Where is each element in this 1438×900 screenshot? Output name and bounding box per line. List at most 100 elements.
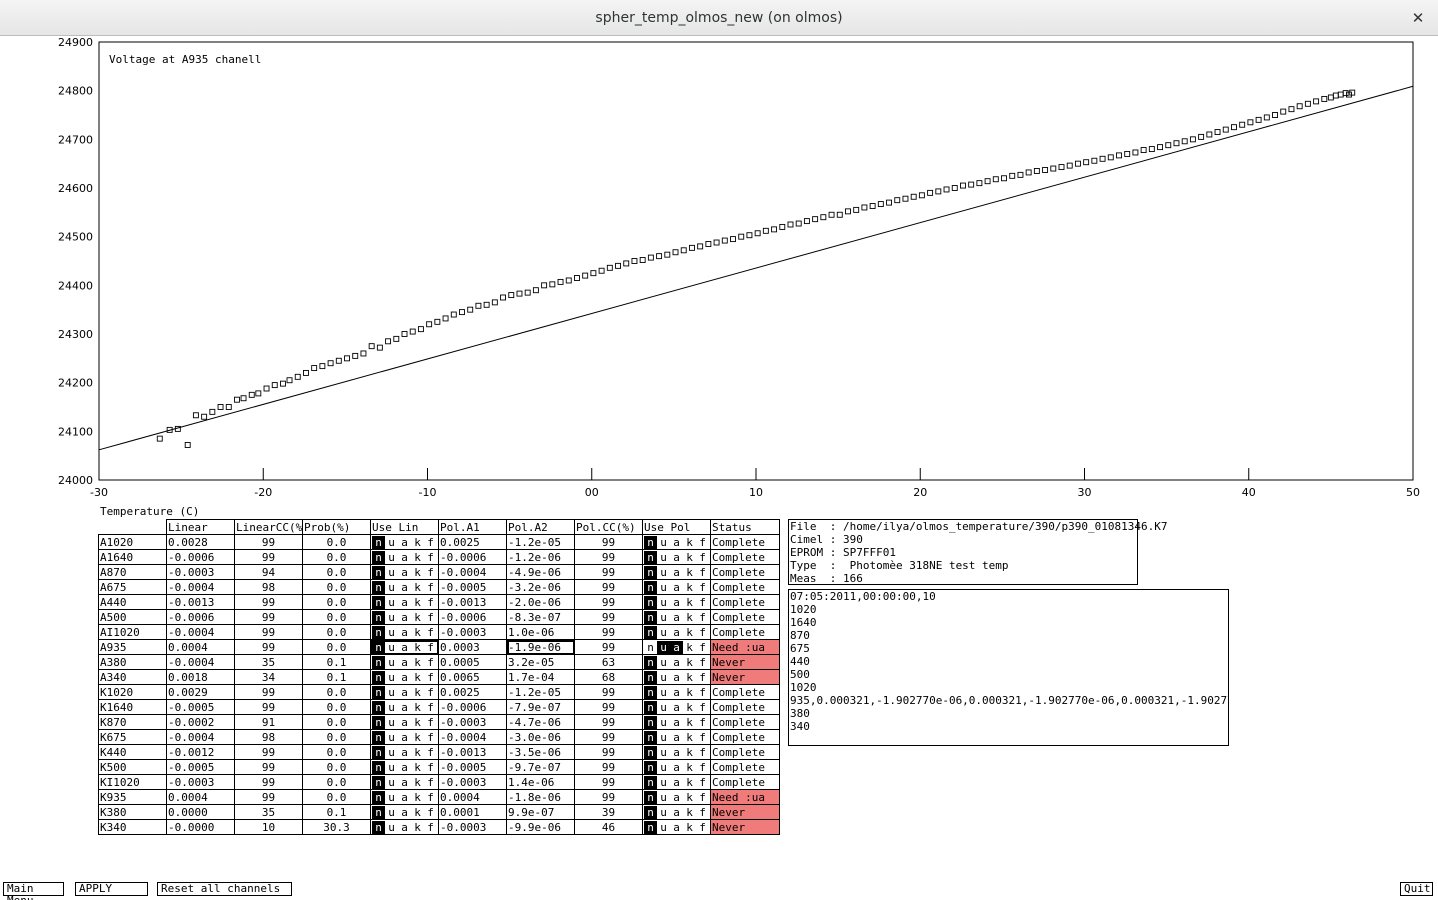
- flag-toggle[interactable]: a: [398, 776, 411, 789]
- flag-toggle[interactable]: k: [683, 776, 696, 789]
- flag-toggle[interactable]: u: [385, 536, 398, 549]
- flag-toggle[interactable]: f: [424, 761, 437, 774]
- flag-toggle[interactable]: f: [696, 791, 709, 804]
- flag-toggle[interactable]: a: [398, 566, 411, 579]
- flag-toggle[interactable]: f: [696, 626, 709, 639]
- quit-button[interactable]: Quit: [1400, 882, 1433, 896]
- flag-toggle[interactable]: n: [644, 685, 657, 699]
- flag-toggle[interactable]: f: [696, 806, 709, 819]
- flag-toggle[interactable]: f: [424, 656, 437, 669]
- flag-toggle[interactable]: u: [385, 686, 398, 699]
- flag-toggle[interactable]: n: [644, 700, 657, 714]
- flag-toggle[interactable]: u: [385, 761, 398, 774]
- flag-toggle[interactable]: a: [398, 671, 411, 684]
- flag-toggle[interactable]: u: [657, 716, 670, 729]
- flag-toggle[interactable]: n: [644, 760, 657, 774]
- flag-toggle[interactable]: f: [696, 821, 709, 834]
- flag-toggle[interactable]: k: [683, 596, 696, 609]
- flag-toggle[interactable]: a: [398, 611, 411, 624]
- flag-toggle[interactable]: u: [657, 791, 670, 804]
- flag-toggle[interactable]: k: [683, 791, 696, 804]
- flag-toggle[interactable]: n: [372, 760, 385, 774]
- flag-toggle[interactable]: a: [398, 746, 411, 759]
- flag-toggle[interactable]: n: [372, 775, 385, 789]
- flag-toggle[interactable]: n: [372, 595, 385, 609]
- flag-toggle[interactable]: k: [683, 671, 696, 684]
- flag-toggle[interactable]: n: [644, 730, 657, 744]
- flag-toggle[interactable]: f: [696, 686, 709, 699]
- flag-toggle[interactable]: k: [411, 656, 424, 669]
- flag-toggle[interactable]: a: [398, 686, 411, 699]
- flag-toggle[interactable]: a: [670, 596, 683, 609]
- flag-toggle[interactable]: k: [411, 551, 424, 564]
- flag-toggle[interactable]: a: [398, 761, 411, 774]
- flag-toggle[interactable]: u: [385, 596, 398, 609]
- flag-toggle[interactable]: k: [683, 746, 696, 759]
- flag-toggle[interactable]: n: [372, 670, 385, 684]
- flag-toggle[interactable]: u: [385, 566, 398, 579]
- flag-toggle[interactable]: k: [683, 821, 696, 834]
- flag-toggle[interactable]: n: [644, 745, 657, 759]
- flag-toggle[interactable]: a: [398, 791, 411, 804]
- flag-toggle[interactable]: f: [696, 596, 709, 609]
- flag-toggle[interactable]: k: [683, 761, 696, 774]
- flag-toggle[interactable]: f: [424, 671, 437, 684]
- flag-toggle[interactable]: k: [411, 746, 424, 759]
- flag-toggle[interactable]: n: [644, 610, 657, 624]
- flag-toggle[interactable]: k: [683, 641, 696, 654]
- flag-toggle[interactable]: u: [657, 746, 670, 759]
- flag-toggle[interactable]: n: [644, 790, 657, 804]
- flag-toggle[interactable]: n: [644, 595, 657, 609]
- flag-toggle[interactable]: n: [644, 565, 657, 579]
- flag-toggle[interactable]: f: [424, 731, 437, 744]
- flag-toggle[interactable]: n: [644, 715, 657, 729]
- flag-toggle[interactable]: u: [657, 686, 670, 699]
- flag-toggle[interactable]: a: [670, 686, 683, 699]
- flag-toggle[interactable]: u: [385, 611, 398, 624]
- flag-toggle[interactable]: k: [683, 806, 696, 819]
- flag-toggle[interactable]: f: [696, 701, 709, 714]
- apply-button[interactable]: APPLY: [75, 882, 148, 896]
- flag-toggle[interactable]: k: [411, 626, 424, 639]
- flag-toggle[interactable]: k: [683, 611, 696, 624]
- flag-toggle[interactable]: f: [424, 716, 437, 729]
- flag-toggle[interactable]: f: [424, 611, 437, 624]
- flag-toggle[interactable]: u: [385, 746, 398, 759]
- flag-toggle[interactable]: a: [670, 626, 683, 639]
- flag-toggle[interactable]: u: [385, 626, 398, 639]
- flag-toggle[interactable]: f: [696, 761, 709, 774]
- flag-toggle[interactable]: f: [424, 551, 437, 564]
- flag-toggle[interactable]: k: [683, 536, 696, 549]
- flag-toggle[interactable]: n: [372, 685, 385, 699]
- flag-toggle[interactable]: n: [372, 550, 385, 564]
- flag-toggle[interactable]: f: [696, 776, 709, 789]
- flag-toggle[interactable]: n: [644, 550, 657, 564]
- flag-toggle[interactable]: a: [670, 791, 683, 804]
- flag-toggle[interactable]: f: [424, 701, 437, 714]
- flag-toggle[interactable]: u: [657, 581, 670, 594]
- flag-toggle[interactable]: a: [670, 611, 683, 624]
- flag-toggle[interactable]: f: [424, 686, 437, 699]
- flag-toggle[interactable]: k: [683, 731, 696, 744]
- flag-toggle[interactable]: u: [657, 671, 670, 684]
- flag-toggle[interactable]: f: [424, 776, 437, 789]
- flag-toggle[interactable]: a: [670, 640, 683, 654]
- flag-toggle[interactable]: n: [372, 610, 385, 624]
- flag-toggle[interactable]: k: [411, 731, 424, 744]
- flag-toggle[interactable]: f: [424, 746, 437, 759]
- flag-toggle[interactable]: k: [411, 776, 424, 789]
- flag-toggle[interactable]: f: [696, 581, 709, 594]
- flag-toggle[interactable]: a: [398, 731, 411, 744]
- flag-toggle[interactable]: n: [644, 805, 657, 819]
- flag-toggle[interactable]: n: [372, 700, 385, 714]
- flag-toggle[interactable]: k: [411, 701, 424, 714]
- flag-toggle[interactable]: k: [411, 671, 424, 684]
- flag-toggle[interactable]: n: [644, 670, 657, 684]
- main-menu-button[interactable]: Main Menu: [3, 882, 64, 900]
- flag-toggle[interactable]: k: [411, 611, 424, 624]
- flag-toggle[interactable]: k: [411, 581, 424, 594]
- flag-toggle[interactable]: a: [670, 656, 683, 669]
- flag-toggle[interactable]: n: [372, 580, 385, 594]
- flag-toggle[interactable]: k: [683, 581, 696, 594]
- flag-toggle[interactable]: a: [670, 761, 683, 774]
